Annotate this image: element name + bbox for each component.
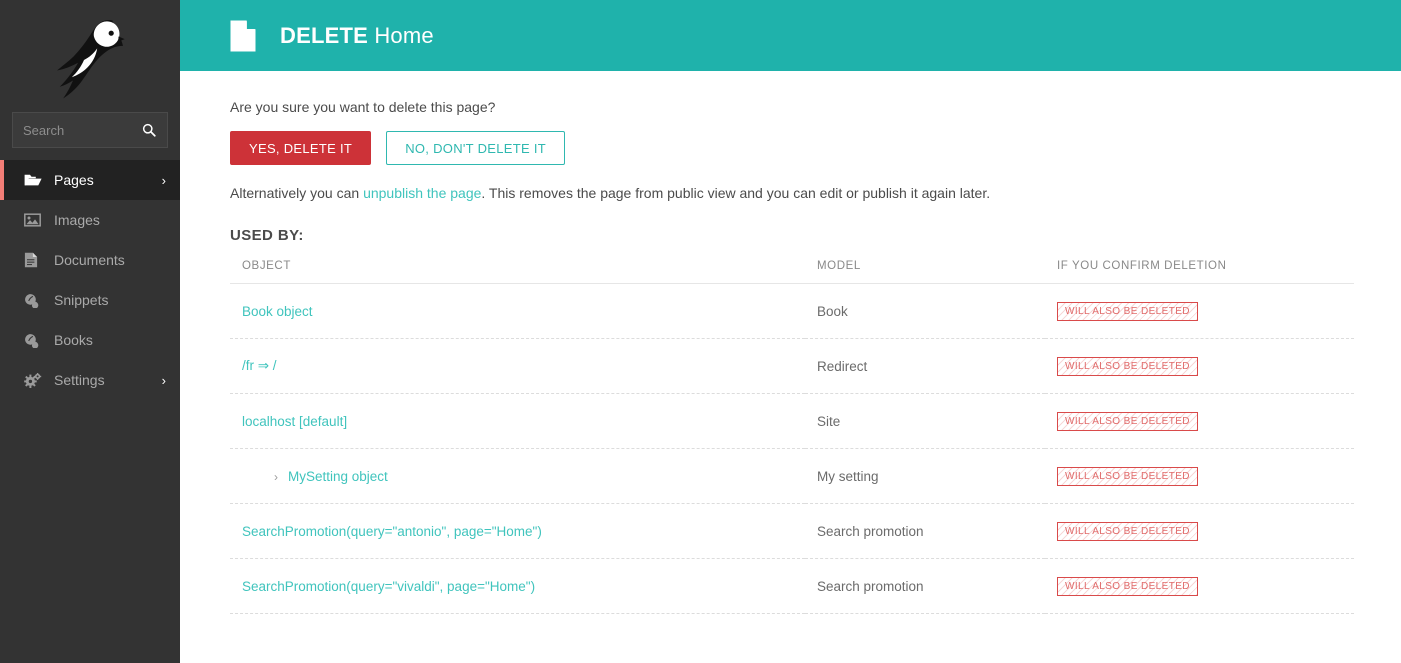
usage-table-body: Book object Book WILL ALSO BE DELETED /f… [230,283,1354,614]
page-header: DELETE Home [180,0,1401,71]
image-icon [24,213,44,227]
action-button-row: YES, DELETE IT NO, DON'T DELETE IT [230,131,1351,165]
object-link[interactable]: /fr ⇒ / [242,358,277,373]
cell-object: SearchPromotion(query="antonio", page="H… [230,503,805,559]
alternative-text-after: . This removes the page from public view… [481,185,991,201]
sidebar-item-label: Books [54,332,93,348]
snippet-icon [24,293,44,308]
object-link[interactable]: SearchPromotion(query="vivaldi", page="H… [242,579,535,594]
table-row: localhost [default] Site WILL ALSO BE DE… [230,393,1354,449]
cell-model: Search promotion [805,503,1045,559]
table-row-child: › MySetting object My setting WILL ALSO B… [230,448,1354,504]
status-badge: WILL ALSO BE DELETED [1057,356,1198,376]
table-row: SearchPromotion(query="vivaldi", page="H… [230,558,1354,614]
cell-model: Site [805,393,1045,449]
table-row: SearchPromotion(query="antonio", page="H… [230,503,1354,559]
object-link[interactable]: MySetting object [288,469,388,484]
sidebar-item-settings[interactable]: Settings › [0,360,180,400]
object-link[interactable]: localhost [default] [242,414,347,429]
sidebar-nav: Pages › Images Documents Snippets Books … [0,160,180,400]
chevron-right-icon: › [161,372,166,388]
cell-action: WILL ALSO BE DELETED [1045,338,1354,394]
cell-object: /fr ⇒ / [230,338,805,394]
wagtail-bird-logo[interactable] [0,0,180,112]
status-badge: WILL ALSO BE DELETED [1057,466,1198,486]
confirm-delete-button[interactable]: YES, DELETE IT [230,131,372,165]
status-badge: WILL ALSO BE DELETED [1057,576,1198,596]
sidebar-item-label: Snippets [54,292,109,308]
sidebar: Pages › Images [0,0,180,663]
cell-action: WILL ALSO BE DELETED [1045,393,1354,449]
delete-confirmation-panel: Are you sure you want to delete this pag… [180,71,1401,614]
object-link[interactable]: Book object [242,304,313,319]
usage-table: OBJECT MODEL IF YOU CONFIRM DELETION Boo… [230,260,1354,614]
sidebar-item-label: Documents [54,252,125,268]
sidebar-item-images[interactable]: Images [0,200,180,240]
document-icon [24,252,44,268]
alternative-text: Alternatively you can unpublish the page… [230,185,1351,201]
sidebar-item-documents[interactable]: Documents [0,240,180,280]
cancel-delete-button[interactable]: NO, DON'T DELETE IT [386,131,566,165]
sidebar-item-label: Images [54,212,100,228]
cell-object: › MySetting object [230,448,805,504]
unpublish-page-link[interactable]: unpublish the page [363,185,481,201]
cell-model: My setting [805,448,1045,504]
sidebar-item-snippets[interactable]: Snippets [0,280,180,320]
cogs-icon [24,372,44,388]
sidebar-item-pages[interactable]: Pages › [0,160,180,200]
cell-action: WILL ALSO BE DELETED [1045,448,1354,504]
status-badge: WILL ALSO BE DELETED [1057,411,1198,431]
cell-action: WILL ALSO BE DELETED [1045,503,1354,559]
cell-action: WILL ALSO BE DELETED [1045,283,1354,339]
status-badge: WILL ALSO BE DELETED [1057,521,1198,541]
main-content: DELETE Home Are you sure you want to del… [180,0,1401,663]
table-row: /fr ⇒ / Redirect WILL ALSO BE DELETED [230,338,1354,394]
usage-table-head: OBJECT MODEL IF YOU CONFIRM DELETION [230,260,1354,284]
column-header-object: OBJECT [230,260,805,284]
admin-app: Pages › Images [0,0,1401,663]
alternative-text-before: Alternatively you can [230,185,364,201]
cell-model: Redirect [805,338,1045,394]
folder-open-icon [24,173,44,187]
page-doc-icon [230,19,258,52]
search-icon[interactable] [137,113,161,147]
sidebar-search[interactable] [12,112,168,148]
page-title-name: Home [374,22,434,48]
cell-object: localhost [default] [230,393,805,449]
sidebar-item-label: Settings [54,372,105,388]
sidebar-item-label: Pages [54,172,94,188]
column-header-action: IF YOU CONFIRM DELETION [1045,260,1354,284]
cell-object: Book object [230,283,805,339]
table-row: Book object Book WILL ALSO BE DELETED [230,283,1354,339]
cell-action: WILL ALSO BE DELETED [1045,558,1354,614]
confirm-question: Are you sure you want to delete this pag… [230,99,496,115]
used-by-heading: USED BY: [230,227,304,244]
chevron-right-icon: › [274,469,278,484]
cell-object: SearchPromotion(query="vivaldi", page="H… [230,558,805,614]
cell-model: Search promotion [805,558,1045,614]
chevron-right-icon: › [161,172,166,188]
snippet-icon [24,333,44,348]
cell-model: Book [805,283,1045,339]
page-title: DELETE Home [280,22,434,48]
page-title-action: DELETE [280,22,368,48]
usage-table-header-row: OBJECT MODEL IF YOU CONFIRM DELETION [230,260,1354,284]
object-link[interactable]: SearchPromotion(query="antonio", page="H… [242,524,542,539]
status-badge: WILL ALSO BE DELETED [1057,301,1198,321]
sidebar-item-books[interactable]: Books [0,320,180,360]
column-header-model: MODEL [805,260,1045,284]
